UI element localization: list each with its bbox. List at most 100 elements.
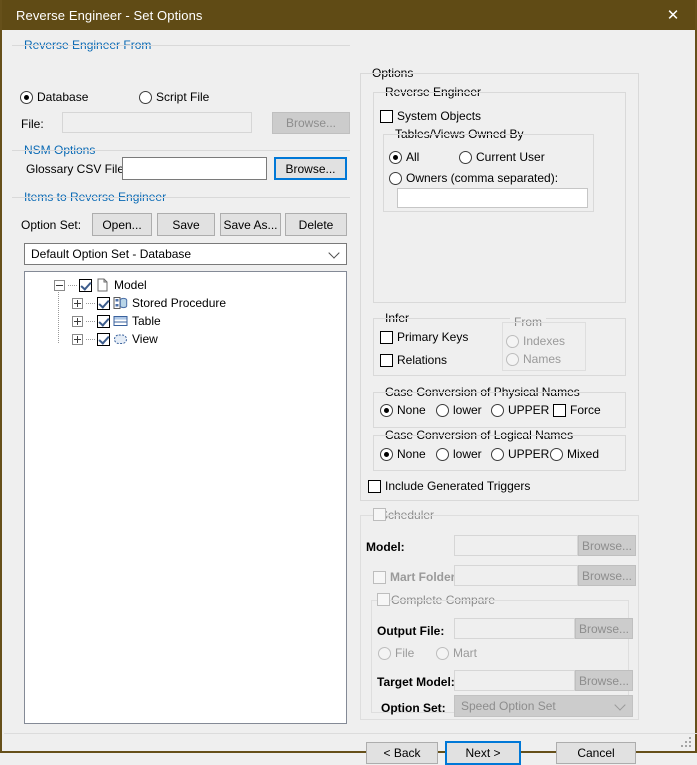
radio-mark-icon	[491, 448, 504, 461]
checkbox-complete-compare[interactable]	[377, 593, 394, 606]
view-icon	[113, 332, 128, 346]
tree-checkbox[interactable]	[97, 315, 110, 328]
radio-mark-icon	[380, 404, 393, 417]
file-browse-button[interactable]: Browse...	[272, 112, 350, 134]
radio-logical-lower[interactable]: lower	[436, 447, 482, 461]
scheduler-mart-folder-input[interactable]	[454, 565, 578, 586]
table-icon	[113, 314, 128, 328]
checkbox-mark-icon	[368, 480, 381, 493]
radio-physical-upper-label: UPPER	[508, 403, 549, 417]
option-set-open-button[interactable]: Open...	[92, 213, 152, 236]
next-button[interactable]: Next >	[445, 741, 521, 765]
checkbox-relations[interactable]: Relations	[380, 353, 447, 367]
radio-physical-lower[interactable]: lower	[436, 403, 482, 417]
checkbox-primary-keys[interactable]: Primary Keys	[380, 330, 468, 344]
option-set-combo[interactable]: Default Option Set - Database	[24, 243, 347, 265]
radio-mark-icon	[389, 172, 402, 185]
resize-grip[interactable]	[677, 733, 691, 747]
checkbox-include-generated-triggers[interactable]: Include Generated Triggers	[368, 479, 530, 493]
radio-infer-names[interactable]: Names	[506, 352, 561, 366]
target-model-label: Target Model:	[377, 675, 455, 689]
radio-physical-none[interactable]: None	[380, 403, 426, 417]
scheduler-model-input[interactable]	[454, 535, 578, 556]
option-set-save-as-button[interactable]: Save As...	[220, 213, 281, 236]
option-set-combo-value: Default Option Set - Database	[31, 247, 191, 261]
mart-folder-label: Mart Folder:	[390, 570, 459, 584]
tree-item-model[interactable]: Model	[54, 276, 147, 294]
option-set-save-button[interactable]: Save	[157, 213, 215, 236]
dialog-window: Reverse Engineer - Set Options ✕ Reverse…	[0, 0, 697, 753]
glossary-browse-button[interactable]: Browse...	[274, 157, 347, 180]
checkbox-mark-icon	[380, 354, 393, 367]
expand-icon[interactable]	[72, 316, 83, 327]
document-icon	[95, 278, 110, 292]
items-tree[interactable]: Model Stored Procedure	[24, 271, 347, 724]
radio-source-file[interactable]: File	[378, 646, 414, 660]
radio-mark-icon	[378, 647, 391, 660]
target-model-input[interactable]	[454, 670, 575, 691]
scheduler-model-browse-button[interactable]: Browse...	[578, 535, 636, 556]
checkbox-mark-icon	[377, 593, 390, 606]
radio-owned-all[interactable]: All	[389, 150, 419, 164]
output-file-browse-button[interactable]: Browse...	[575, 618, 633, 639]
group-border	[373, 318, 626, 376]
radio-physical-upper[interactable]: UPPER	[491, 403, 549, 417]
tree-item-table[interactable]: Table	[72, 312, 161, 330]
checkbox-scheduler[interactable]	[373, 508, 390, 521]
radio-mark-icon	[389, 151, 402, 164]
compare-option-set-combo[interactable]: Speed Option Set	[454, 695, 633, 717]
radio-logical-mixed[interactable]: Mixed	[550, 447, 599, 461]
scheduler-mart-folder-browse-button[interactable]: Browse...	[578, 565, 636, 586]
tree-item-label: Stored Procedure	[132, 296, 226, 310]
radio-owned-current-user[interactable]: Current User	[459, 150, 545, 164]
radio-script-file[interactable]: Script File	[139, 90, 209, 104]
tree-connector-dots	[86, 321, 95, 322]
radio-physical-none-label: None	[397, 403, 426, 417]
output-file-input[interactable]	[454, 618, 575, 639]
radio-infer-indexes[interactable]: Indexes	[506, 334, 565, 348]
stored-procedure-icon	[113, 296, 128, 310]
radio-mark-icon	[491, 404, 504, 417]
radio-logical-upper[interactable]: UPPER	[491, 447, 549, 461]
tree-item-stored-procedure[interactable]: Stored Procedure	[72, 294, 226, 312]
cancel-button[interactable]: Cancel	[556, 742, 636, 764]
compare-option-set-label: Option Set:	[381, 701, 446, 715]
radio-infer-indexes-label: Indexes	[523, 334, 565, 348]
collapse-icon[interactable]	[54, 280, 65, 291]
radio-database[interactable]: Database	[20, 90, 88, 104]
radio-mark-icon	[20, 91, 33, 104]
title-bar: Reverse Engineer - Set Options ✕	[2, 0, 695, 30]
tree-item-label: Model	[114, 278, 147, 292]
tree-checkbox[interactable]	[97, 333, 110, 346]
compare-option-set-value: Speed Option Set	[461, 699, 556, 713]
output-file-label: Output File:	[377, 624, 444, 638]
radio-mark-icon	[436, 448, 449, 461]
checkbox-physical-force[interactable]: Force	[553, 403, 601, 417]
checkbox-mark-icon	[553, 404, 566, 417]
tree-checkbox[interactable]	[79, 279, 92, 292]
radio-logical-none[interactable]: None	[380, 447, 426, 461]
owners-input[interactable]	[397, 188, 588, 208]
file-input[interactable]	[62, 112, 252, 133]
radio-source-mart[interactable]: Mart	[436, 646, 477, 660]
tree-checkbox[interactable]	[97, 297, 110, 310]
radio-owned-owners-label: Owners (comma separated):	[406, 171, 558, 185]
radio-script-file-label: Script File	[156, 90, 209, 104]
tree-connector-dots	[86, 303, 95, 304]
checkbox-include-generated-triggers-label: Include Generated Triggers	[385, 479, 530, 493]
radio-physical-lower-label: lower	[453, 403, 482, 417]
target-model-browse-button[interactable]: Browse...	[575, 670, 633, 691]
expand-icon[interactable]	[72, 298, 83, 309]
chevron-down-icon	[614, 699, 625, 710]
tree-item-view[interactable]: View	[72, 330, 158, 348]
close-icon[interactable]: ✕	[651, 0, 695, 30]
option-set-delete-button[interactable]: Delete	[285, 213, 347, 236]
checkbox-mark-icon	[380, 110, 393, 123]
checkbox-mart-folder[interactable]: Mart Folder:	[373, 570, 459, 584]
glossary-csv-input[interactable]	[122, 157, 267, 180]
radio-mark-icon	[436, 404, 449, 417]
radio-owned-owners[interactable]: Owners (comma separated):	[389, 171, 558, 185]
expand-icon[interactable]	[72, 334, 83, 345]
checkbox-system-objects[interactable]: System Objects	[380, 109, 481, 123]
back-button[interactable]: < Back	[366, 742, 438, 764]
